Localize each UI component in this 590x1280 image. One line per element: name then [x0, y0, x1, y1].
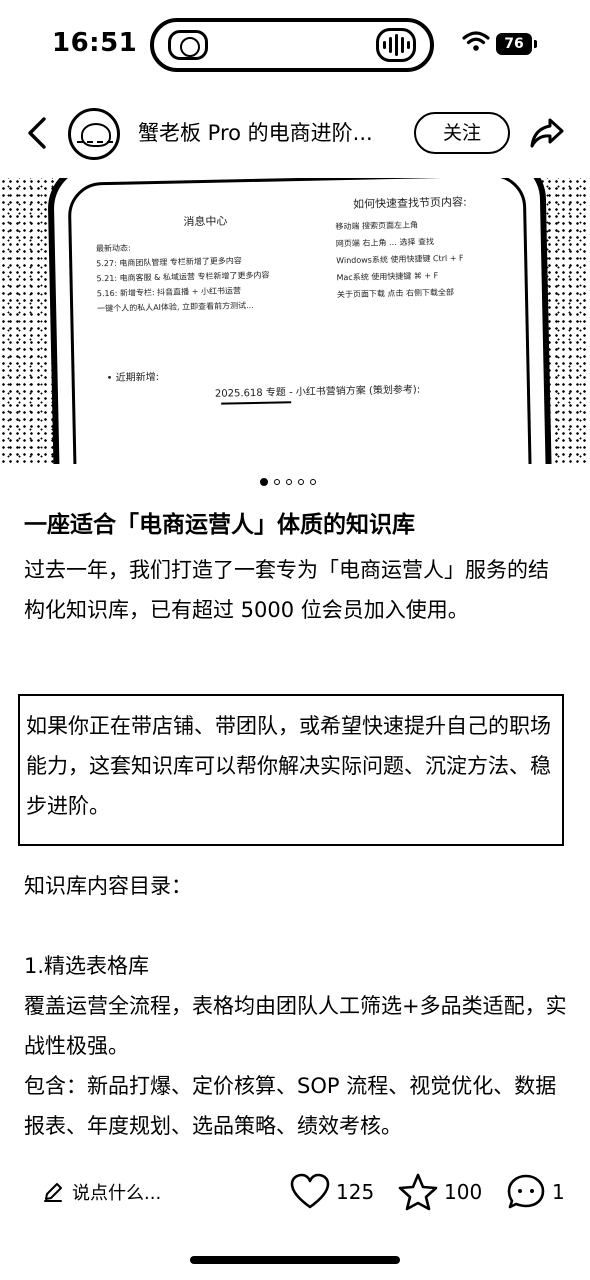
author-name[interactable]: 蟹老板 Pro 的电商进阶... [138, 117, 400, 147]
carousel-dot-active [260, 478, 268, 486]
comment-count: 1 [552, 1180, 565, 1204]
post-intro: 过去一年，我们打造了一套专为「电商运营人」服务的结构化知识库，已有超过 5000… [24, 558, 549, 622]
tablet-photo: 消息中心 如何快速查找节页内容: 最新动态: 5.27: 电商团队管理 专栏新增… [47, 178, 555, 464]
screen-footer-left: • 近期新增: [106, 371, 160, 385]
back-arrow-icon[interactable] [22, 114, 56, 152]
screen-list-right: 移动端 搜索页面左上角 网页端 右上角 … 选择 查找 Windows系统 使用… [335, 216, 464, 304]
section-title: 1.精选表格库 [24, 954, 150, 978]
battery-icon: 76 [496, 33, 537, 55]
favorite-count: 100 [444, 1180, 483, 1204]
tablet-screen: 消息中心 如何快速查找节页内容: 最新动态: 5.27: 电商团队管理 专栏新增… [67, 178, 535, 464]
carousel-dot [310, 479, 316, 485]
screen-list-item: 关于页面下载 点击 右侧下载全部 [336, 287, 455, 300]
callout-box: 如果你正在带店铺、带团队，或希望快速提升自己的职场能力，这套知识库可以帮你解决实… [18, 694, 564, 846]
screen-title-right: 如何快速查找节页内容: [352, 195, 467, 211]
comment-input[interactable]: 说点什么... [42, 1176, 161, 1208]
app-activity-icon [168, 30, 208, 60]
like-count: 125 [336, 1180, 375, 1204]
screen-list-left: 最新动态: 5.27: 电商团队管理 专栏新增了更多内容 5.21: 电商客服 … [96, 238, 270, 317]
callout-text: 如果你正在带店铺、带团队，或希望快速提升自己的职场能力，这套知识库可以帮你解决实… [26, 714, 551, 818]
post-header: 蟹老板 Pro 的电商进阶... 关注 [0, 100, 590, 166]
follow-button[interactable]: 关注 [414, 112, 510, 154]
screen-footer-center: 2025.618 专题 - 小红书营销方案 (策划参考): [214, 384, 421, 400]
screen-underline [221, 401, 292, 405]
screen-content: 消息中心 如何快速查找节页内容: 最新动态: 5.27: 电商团队管理 专栏新增… [83, 195, 511, 405]
section-includes: 包含：新品打爆、定价核算、SOP 流程、视觉优化、数据报表、年度规划、选品策略、… [24, 1074, 557, 1138]
post-title: 一座适合「电商运营人」体质的知识库 [24, 512, 415, 538]
pencil-icon [44, 1183, 62, 1202]
home-indicator[interactable] [190, 1256, 400, 1264]
screen-list-item: 一键个人的私人AI体验, 立即查看前方测试... [97, 300, 254, 314]
carousel-dot [298, 479, 304, 485]
audio-waveform-icon [376, 28, 416, 62]
carousel-indicator [260, 478, 316, 486]
section-description: 覆盖运营全流程，表格均由团队人工筛选+多品类适配，实战性极强。 [24, 994, 567, 1058]
post-image-carousel[interactable]: 消息中心 如何快速查找节页内容: 最新动态: 5.27: 电商团队管理 专栏新增… [0, 178, 590, 464]
bottom-action-bar: 说点什么... 125 100 1 [0, 1160, 590, 1224]
star-icon [398, 1173, 438, 1211]
screen-title-left: 消息中心 [183, 214, 228, 229]
heart-icon [290, 1173, 330, 1209]
wifi-icon [462, 31, 490, 51]
comment-bubble-icon [507, 1174, 545, 1209]
toc-heading: 知识库内容目录： [24, 874, 192, 898]
comment-button[interactable]: 1 [506, 1172, 565, 1212]
author-avatar[interactable] [68, 108, 120, 160]
screen-list-item: Windows系统 使用快捷键 Ctrl + F [336, 253, 464, 266]
carousel-dot [286, 479, 292, 485]
share-icon[interactable] [528, 114, 566, 152]
comment-placeholder: 说点什么... [72, 1183, 162, 1204]
carousel-dot [274, 479, 280, 485]
like-button[interactable]: 125 [290, 1172, 374, 1212]
post-body: 一座适合「电商运营人」体质的知识库 过去一年，我们打造了一套专为「电商运营人」服… [24, 500, 568, 630]
dynamic-island [150, 18, 434, 72]
status-time: 16:51 [52, 28, 138, 58]
favorite-button[interactable]: 100 [398, 1172, 482, 1212]
post-body-continued: 知识库内容目录： 1.精选表格库 覆盖运营全流程，表格均由团队人工筛选+多品类适… [24, 866, 568, 1146]
status-bar: 16:51 76 [0, 0, 590, 90]
